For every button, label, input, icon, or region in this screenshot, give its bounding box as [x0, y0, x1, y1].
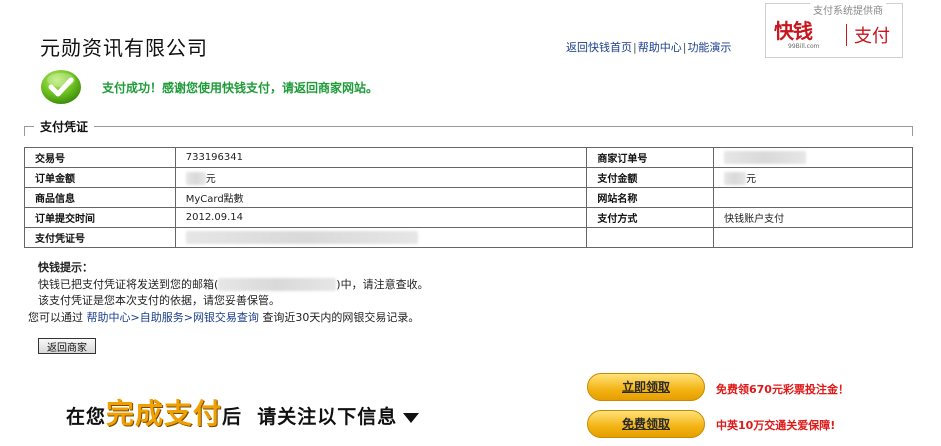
redacted-value	[185, 231, 418, 244]
voucher-section-title: 支付凭证	[34, 118, 95, 135]
empty-cell	[586, 227, 715, 248]
lottery-promo-text[interactable]: 免费领670元彩票投注金！	[716, 381, 849, 397]
down-arrow-icon	[403, 412, 420, 423]
tips-email-suffix: )中，请注意查收。	[336, 277, 429, 291]
table-row: 订单金额 元 支付金额 元	[24, 167, 913, 188]
transaction-number-label: 交易号	[24, 147, 176, 168]
redacted-email	[218, 278, 337, 291]
kuaiqian-logo-text: 快钱	[774, 19, 813, 43]
product-info-value: MyCard點數	[174, 187, 588, 208]
paid-amount-value: 元	[713, 167, 913, 188]
website-name-value	[713, 187, 913, 208]
provider-caption: 支付系统提供商	[810, 2, 886, 17]
free-claim-button[interactable]: 免费领取	[587, 410, 705, 438]
product-info-label: 商品信息	[24, 187, 176, 208]
table-row: 订单提交时间 2012.09.14 支付方式 快钱账户支付	[24, 207, 913, 228]
payment-voucher-table: 交易号 733196341 商家订单号 订单金额 元 支付金额 元 商品信息 M…	[24, 147, 913, 248]
payment-success-message: 支付成功！感谢您使用快钱支付，请返回商家网站。	[102, 81, 379, 95]
transaction-number-value: 733196341	[174, 147, 588, 168]
banner-highlight: 完成支付	[106, 397, 223, 430]
link-kuaiqian-home[interactable]: 返回快钱首页	[566, 41, 632, 54]
link-help-center-tips[interactable]: 帮助中心	[87, 311, 131, 324]
link-bank-query[interactable]: 网银交易查询	[193, 311, 259, 324]
table-row: 支付凭证号	[24, 227, 913, 248]
tips-line-keep: 该支付凭证是您本次支付的依据，请您妥善保管。	[38, 294, 280, 307]
table-row: 交易号 733196341 商家订单号	[24, 147, 913, 168]
redacted-value	[724, 172, 747, 186]
tips-title: 快钱提示：	[38, 261, 93, 274]
section-divider	[24, 126, 913, 127]
provider-pay-text: 支付	[854, 26, 890, 47]
tips-line-email: 快钱已把支付凭证将发送到您的邮箱( )中，请注意查收。	[28, 277, 429, 294]
link-help-center[interactable]: 帮助中心	[638, 41, 682, 54]
empty-cell	[713, 227, 913, 248]
tips-line-query: 您可以通过 帮助中心>自助服务>网银交易查询 查询近30天内的网银交易记录。	[28, 310, 429, 327]
merchant-order-value	[713, 147, 913, 168]
section-divider-left	[24, 126, 25, 136]
breadcrumb-arrow: >	[130, 310, 140, 324]
paid-amount-unit: 元	[746, 173, 757, 185]
link-demo[interactable]: 功能演示	[687, 41, 731, 54]
payment-method-label: 支付方式	[586, 207, 715, 228]
order-amount-value: 元	[174, 167, 588, 188]
paid-amount-label: 支付金额	[586, 167, 715, 188]
order-time-value: 2012.09.14	[174, 207, 588, 228]
banner-post: 后 请关注以下信息	[222, 406, 398, 428]
tips-email-prefix: 快钱已把支付凭证将发送到您的邮箱(	[38, 277, 219, 291]
tips-query-suffix: 查询近30天内的网银交易记录。	[258, 310, 420, 324]
order-amount-unit: 元	[205, 173, 216, 185]
voucher-number-label: 支付凭证号	[24, 227, 176, 248]
return-to-merchant-button[interactable]: 返回商家	[38, 338, 96, 354]
website-name-label: 网站名称	[586, 187, 715, 208]
top-links: 返回快钱首页|帮助中心|功能演示	[566, 39, 731, 55]
breadcrumb-arrow: >	[183, 310, 193, 324]
link-self-service[interactable]: 自助服务	[140, 311, 184, 324]
kuaiqian-logo: 快钱 99Bill.com	[774, 19, 844, 51]
promo-banner-heading: 在您完成支付后 请关注以下信息	[66, 392, 420, 432]
insurance-promo-text[interactable]: 中英10万交通关爱保障!	[716, 417, 835, 433]
payment-provider-badge: 支付系统提供商 快钱 99Bill.com 支付	[765, 2, 903, 58]
merchant-order-label: 商家订单号	[586, 147, 715, 168]
redacted-value	[724, 151, 807, 164]
table-row: 商品信息 MyCard點數 网站名称	[24, 187, 913, 208]
tips-query-prefix: 您可以通过	[28, 310, 87, 324]
banner-pre: 在您	[66, 406, 107, 428]
payment-method-value: 快钱账户支付	[713, 207, 913, 228]
voucher-number-value	[174, 227, 588, 248]
success-check-icon	[41, 70, 81, 104]
order-amount-label: 订单金额	[24, 167, 176, 188]
claim-now-button[interactable]: 立即领取	[587, 373, 705, 401]
section-divider-right	[912, 126, 913, 136]
redacted-value	[185, 172, 206, 186]
order-time-label: 订单提交时间	[24, 207, 176, 228]
kuaiqian-logo-domain: 99Bill.com	[788, 43, 820, 50]
company-name: 元勋资讯有限公司	[40, 36, 208, 60]
kuaiqian-tips: 快钱提示： 快钱已把支付凭证将发送到您的邮箱( )中，请注意查收。 该支付凭证是您…	[28, 260, 429, 326]
provider-divider	[846, 24, 847, 46]
